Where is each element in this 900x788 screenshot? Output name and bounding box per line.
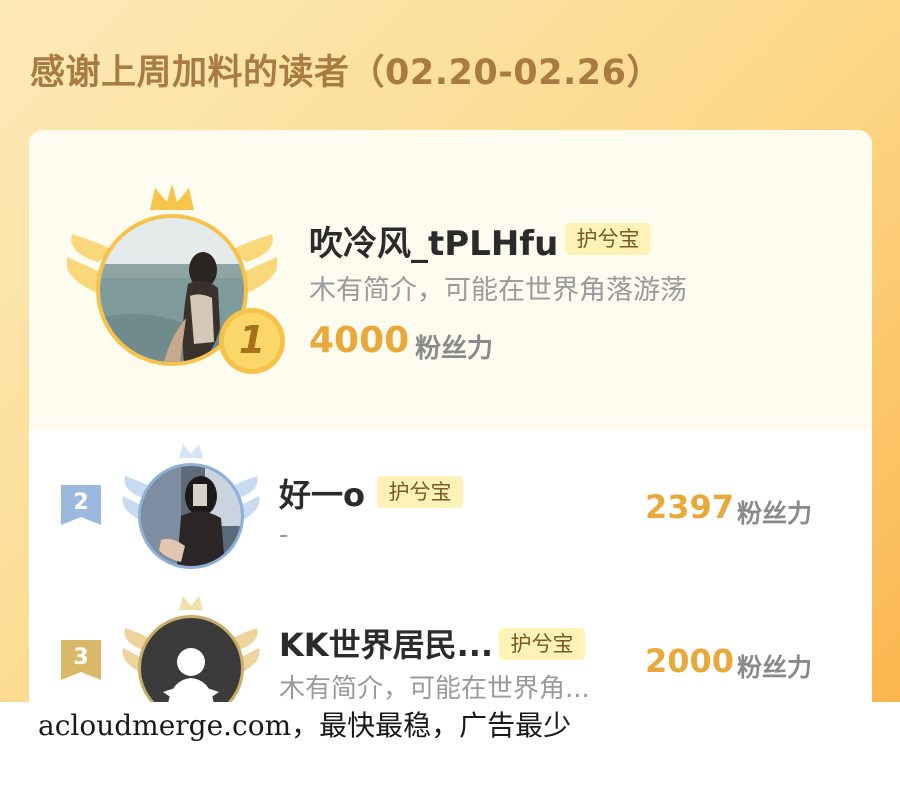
- rank-3-flag: 3: [59, 638, 103, 682]
- reader-badge: 护兮宝: [377, 476, 463, 508]
- rank-3-number: 3: [73, 645, 89, 670]
- rank-1-number: 1: [238, 318, 266, 362]
- top-reader-row[interactable]: 1 吹冷风_tPLHfu 护兮宝 木有简介，可能在世界角落游荡 4000 粉丝力: [29, 130, 872, 430]
- reader-badge: 护兮宝: [499, 628, 585, 660]
- fans-label: 粉丝力: [737, 653, 813, 682]
- fans-label: 粉丝力: [737, 499, 813, 528]
- reader-row-2[interactable]: 2 好一o 护兮宝 - 2397 粉丝力: [29, 430, 872, 580]
- default-user-icon: [141, 618, 241, 702]
- fans-label: 粉丝力: [415, 334, 494, 364]
- reader-bio: 木有简介，可能在世界角...: [279, 674, 590, 702]
- selfie-photo-icon: [141, 466, 241, 566]
- fans-value: 2397: [645, 488, 735, 526]
- fans-value: 2000: [645, 642, 735, 680]
- reader-badge: 护兮宝: [565, 223, 651, 255]
- reader-bio: -: [279, 520, 289, 550]
- avatar-rank-2[interactable]: [121, 440, 261, 572]
- fans-value: 4000: [309, 320, 410, 361]
- reader-name[interactable]: 好一o: [279, 470, 365, 516]
- page-title: 感谢上周加料的读者（02.20-02.26）: [30, 53, 662, 93]
- avatar-rank-1[interactable]: 1: [67, 182, 285, 374]
- watermark-text: acloudmerge.com，最快最稳，广告最少: [38, 709, 572, 742]
- reader-bio: 木有简介，可能在世界角落游荡: [309, 275, 687, 306]
- supporters-panel: 感谢上周加料的读者（02.20-02.26） 1 吹冷风_tPLHfu 护兮宝 …: [0, 0, 900, 702]
- reader-name[interactable]: 吹冷风_tPLHfu: [309, 216, 558, 265]
- avatar-rank-3[interactable]: [121, 592, 261, 702]
- rank-2-number: 2: [73, 490, 89, 515]
- leaderboard-card: 1 吹冷风_tPLHfu 护兮宝 木有简介，可能在世界角落游荡 4000 粉丝力…: [29, 130, 872, 702]
- rank-2-flag: 2: [59, 483, 103, 527]
- reader-name[interactable]: KK世界居民...: [279, 620, 493, 666]
- reader-row-3[interactable]: 3 KK世界居民... 护兮宝 木有简介，可能在世界角... 2000 粉丝力: [29, 580, 872, 702]
